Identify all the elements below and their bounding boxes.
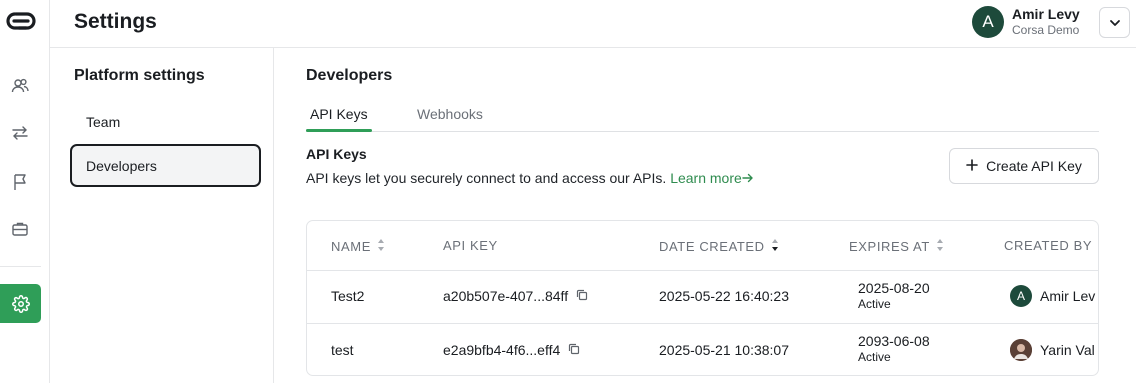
api-keys-table: NAME API KEY DATE CREATED EXPIRES AT CRE…	[306, 220, 1099, 376]
cell-name: Test2	[331, 288, 365, 304]
sort-icon[interactable]	[936, 238, 944, 255]
sidebar-item-team[interactable]: Team	[70, 100, 261, 143]
settings-sidebar: Platform settings Team Developers	[50, 48, 274, 383]
create-api-key-label: Create API Key	[986, 158, 1082, 174]
avatar	[1010, 339, 1032, 361]
api-key-value: a20b507e-407...84ff	[443, 288, 569, 304]
copy-icon[interactable]	[568, 342, 580, 358]
page-title: Settings	[74, 10, 157, 33]
column-label: DATE CREATED	[659, 239, 765, 254]
transfer-arrows-icon[interactable]	[9, 122, 31, 144]
users-icon[interactable]	[9, 75, 31, 97]
tab-webhooks[interactable]: Webhooks	[417, 106, 483, 122]
arrow-right-icon	[742, 170, 754, 186]
column-label: CREATED BY	[1004, 238, 1093, 253]
active-tab-indicator	[306, 129, 372, 132]
app-rail	[0, 0, 50, 383]
cell-date-created: 2025-05-22 16:40:23	[659, 288, 789, 304]
sidebar-item-label: Developers	[86, 157, 157, 174]
rail-separator	[0, 266, 41, 267]
cell-api-key: a20b507e-407...84ff	[443, 288, 588, 304]
column-header-created-by: CREATED BY	[1004, 238, 1092, 253]
column-header-date-created[interactable]: DATE CREATED	[659, 238, 779, 255]
api-key-value: e2a9bfb4-4f6...eff4	[443, 342, 561, 358]
table-row[interactable]: test e2a9bfb4-4f6...eff4 2025-05-21 10:3…	[307, 323, 1098, 375]
api-keys-title: API Keys	[306, 146, 367, 162]
cell-name: test	[331, 342, 354, 358]
creator-name: Yarin Val	[1040, 342, 1095, 358]
cell-expires-at: 2025-08-20 Active	[858, 280, 930, 311]
status-badge: Active	[858, 350, 891, 364]
chevron-down-icon	[1109, 14, 1121, 32]
user-org: Corsa Demo	[1012, 23, 1080, 37]
user-menu-button[interactable]	[1099, 7, 1130, 38]
description-text: API keys let you securely connect to and…	[306, 170, 667, 186]
api-keys-description: API keys let you securely connect to and…	[306, 170, 754, 186]
main-content: Developers API Keys Webhooks API Keys AP…	[306, 48, 1136, 383]
table-row[interactable]: Test2 a20b507e-407...84ff 2025-05-22 16:…	[307, 271, 1098, 323]
avatar[interactable]: A	[972, 6, 1004, 38]
section-heading: Developers	[306, 67, 393, 84]
top-header: Settings A Amir Levy Corsa Demo	[50, 0, 1136, 48]
column-header-api-key: API KEY	[443, 238, 498, 253]
column-label: API KEY	[443, 238, 498, 253]
sidebar-item-developers[interactable]: Developers	[70, 144, 261, 187]
tab-bar: API Keys Webhooks	[306, 100, 1099, 132]
sidebar-title: Platform settings	[74, 67, 205, 84]
sort-descending-icon[interactable]	[771, 238, 779, 255]
column-label: NAME	[331, 239, 371, 254]
gear-icon[interactable]	[0, 284, 41, 323]
sort-icon[interactable]	[377, 238, 385, 255]
learn-more-label: Learn more	[670, 170, 742, 186]
cell-api-key: e2a9bfb4-4f6...eff4	[443, 342, 580, 358]
cell-created-by: A Amir Lev	[1010, 285, 1095, 307]
expires-date: 2093-06-08	[858, 333, 930, 349]
cell-created-by: Yarin Val	[1010, 339, 1095, 361]
expires-date: 2025-08-20	[858, 280, 930, 296]
plus-icon	[966, 158, 978, 174]
status-badge: Active	[858, 297, 891, 311]
cell-expires-at: 2093-06-08 Active	[858, 333, 930, 364]
column-header-expires-at[interactable]: EXPIRES AT	[849, 238, 944, 255]
flag-icon[interactable]	[9, 171, 31, 193]
user-name: Amir Levy	[1012, 6, 1080, 22]
learn-more-link[interactable]: Learn more	[670, 170, 754, 186]
avatar: A	[1010, 285, 1032, 307]
logo-icon[interactable]	[5, 10, 37, 32]
briefcase-icon[interactable]	[9, 218, 31, 240]
tab-api-keys[interactable]: API Keys	[310, 106, 368, 122]
creator-name: Amir Lev	[1040, 288, 1096, 304]
table-header: NAME API KEY DATE CREATED EXPIRES AT CRE…	[307, 221, 1098, 271]
create-api-key-button[interactable]: Create API Key	[949, 148, 1099, 184]
copy-icon[interactable]	[576, 288, 588, 304]
column-header-name[interactable]: NAME	[331, 238, 385, 255]
cell-date-created: 2025-05-21 10:38:07	[659, 342, 789, 358]
column-label: EXPIRES AT	[849, 239, 930, 254]
sidebar-item-label: Team	[86, 113, 121, 130]
